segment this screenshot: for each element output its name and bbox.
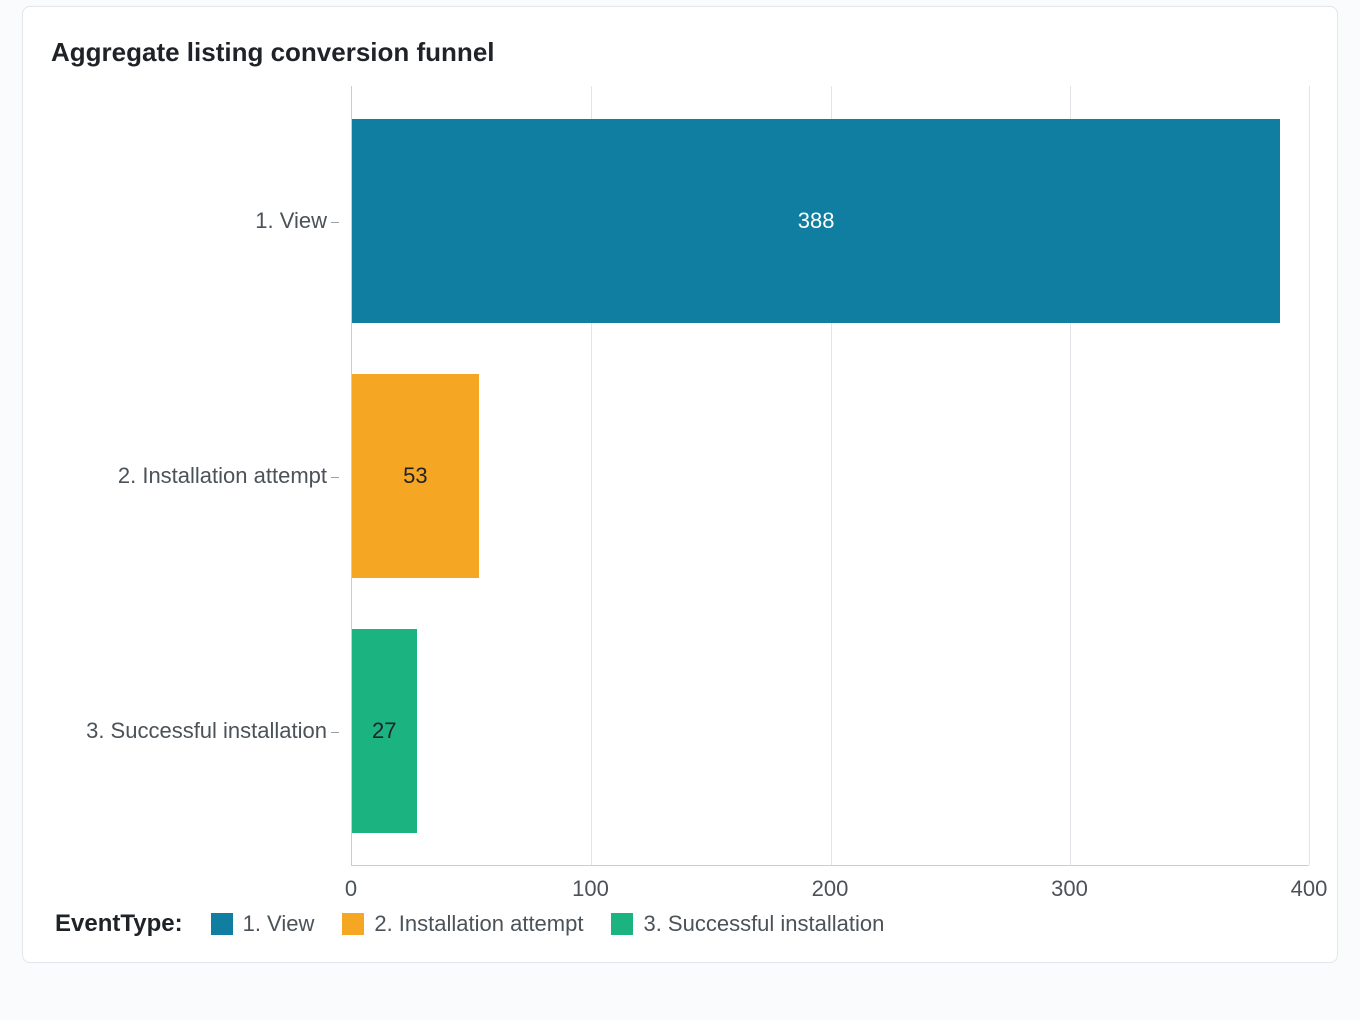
legend-swatch: [342, 913, 364, 935]
chart-body: 1. View 2. Installation attempt 3. Succe…: [51, 86, 1309, 866]
bar-value-label: 53: [403, 463, 427, 489]
legend-item-view[interactable]: 1. View: [211, 911, 315, 937]
legend-swatch: [211, 913, 233, 935]
y-label-view: 1. View: [255, 208, 339, 234]
legend-item-successful-installation[interactable]: 3. Successful installation: [611, 911, 884, 937]
y-label-text: 3. Successful installation: [86, 718, 327, 743]
legend-title: EventType:: [55, 910, 183, 938]
chart-card: Aggregate listing conversion funnel 1. V…: [22, 6, 1338, 963]
x-tick: 100: [572, 876, 609, 902]
y-label-text: 1. View: [255, 208, 327, 233]
x-axis: 0 100 200 300 400: [51, 866, 1309, 906]
bar-installation-attempt: 53: [352, 374, 479, 578]
y-label-text: 2. Installation attempt: [118, 463, 327, 488]
x-tick: 300: [1051, 876, 1088, 902]
x-tick: 400: [1291, 876, 1328, 902]
plot-area: 388 53 27: [351, 86, 1309, 866]
legend-swatch: [611, 913, 633, 935]
legend-item-installation-attempt[interactable]: 2. Installation attempt: [342, 911, 583, 937]
legend-item-label: 3. Successful installation: [643, 911, 884, 937]
bar-successful-installation: 27: [352, 629, 417, 833]
y-axis-labels: 1. View 2. Installation attempt 3. Succe…: [51, 86, 351, 866]
legend-item-label: 2. Installation attempt: [374, 911, 583, 937]
bar-value-label: 388: [798, 208, 835, 234]
bar-view: 388: [352, 119, 1280, 323]
grid-line: [1309, 86, 1310, 865]
chart-zone: 1. View 2. Installation attempt 3. Succe…: [51, 86, 1309, 944]
x-axis-ticks: 0 100 200 300 400: [351, 866, 1309, 906]
x-tick: 0: [345, 876, 357, 902]
y-label-successful-install: 3. Successful installation: [86, 718, 339, 744]
chart-title: Aggregate listing conversion funnel: [51, 37, 1309, 68]
legend-item-label: 1. View: [243, 911, 315, 937]
x-tick: 200: [812, 876, 849, 902]
legend: EventType: 1. View 2. Installation attem…: [51, 910, 1309, 944]
bar-value-label: 27: [372, 718, 396, 744]
y-label-install-attempt: 2. Installation attempt: [118, 463, 339, 489]
